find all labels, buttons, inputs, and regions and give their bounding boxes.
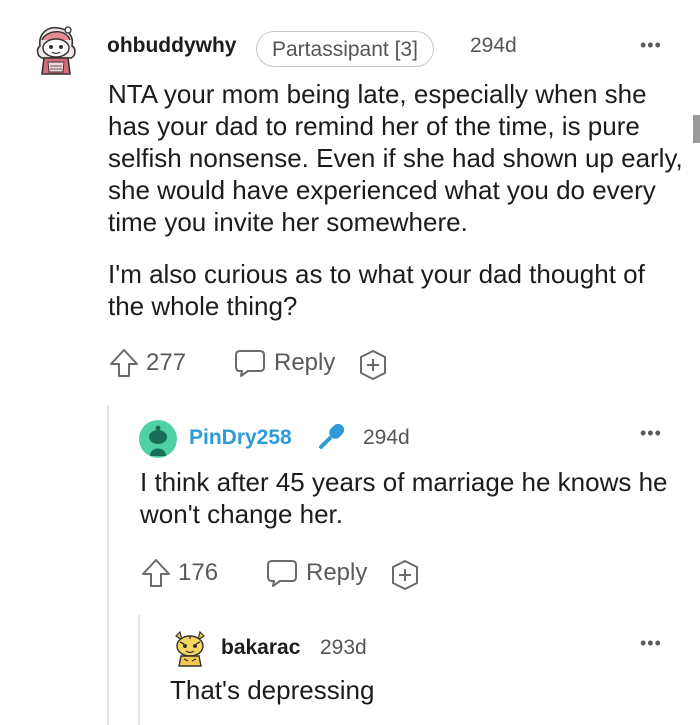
- thread-line[interactable]: [107, 405, 109, 725]
- more-options-icon[interactable]: •••: [640, 634, 662, 652]
- avatar[interactable]: [139, 420, 177, 458]
- award-button[interactable]: [389, 559, 421, 591]
- yellow-snoo-avatar-icon: [175, 630, 205, 667]
- award-button[interactable]: [357, 349, 389, 381]
- avatar[interactable]: [170, 628, 210, 668]
- reply-label: Reply: [274, 349, 336, 376]
- comment-body-paragraph: That's depressing: [170, 675, 375, 705]
- upvote-count: 277: [146, 349, 187, 376]
- upvote-button[interactable]: 176: [140, 557, 218, 589]
- speech-bubble-icon: [235, 350, 265, 377]
- snoo-avatar-icon: [36, 26, 76, 75]
- more-options-icon[interactable]: •••: [640, 424, 662, 442]
- green-snoo-avatar-icon: [139, 420, 177, 458]
- reply-button[interactable]: Reply: [266, 557, 367, 589]
- upvote-arrow-icon: [110, 349, 138, 377]
- reply-label: Reply: [306, 559, 368, 586]
- comment-body-paragraph: I think after 45 years of marriage he kn…: [140, 467, 668, 529]
- award-plus-icon: [392, 560, 418, 590]
- comment-age: 294d: [470, 34, 517, 57]
- user-flair: Partassipant [3]: [256, 31, 434, 67]
- avatar[interactable]: [28, 22, 84, 78]
- comment-author[interactable]: ohbuddywhy: [107, 34, 237, 58]
- microphone-icon: [318, 423, 345, 450]
- thread-line[interactable]: [138, 615, 140, 725]
- upvote-count: 176: [178, 559, 219, 586]
- comment-body-paragraph: NTA your mom being late, especially when…: [108, 79, 683, 237]
- comment-author[interactable]: bakarac: [221, 636, 300, 660]
- more-options-icon[interactable]: •••: [640, 36, 662, 54]
- award-plus-icon: [360, 350, 386, 380]
- comment-author[interactable]: PinDry258: [189, 426, 292, 450]
- comment-age: 293d: [320, 636, 367, 659]
- comment-age: 294d: [363, 426, 410, 449]
- speech-bubble-icon: [267, 560, 297, 587]
- reply-button[interactable]: Reply: [234, 347, 335, 379]
- upvote-button[interactable]: 277: [108, 347, 186, 379]
- upvote-arrow-icon: [142, 559, 170, 587]
- scrollbar-thumb[interactable]: [693, 115, 700, 143]
- microphone-badge: [313, 419, 349, 455]
- comment-body-paragraph: I'm also curious as to what your dad tho…: [108, 259, 645, 321]
